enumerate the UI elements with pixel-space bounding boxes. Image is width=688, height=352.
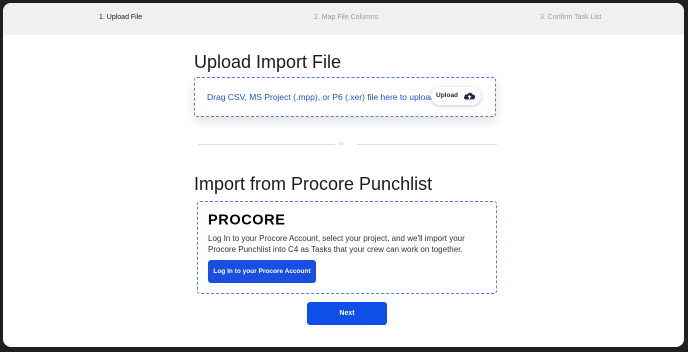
procore-login-button[interactable]: Log In to your Procore Account	[208, 260, 316, 283]
next-button[interactable]: Next	[307, 302, 387, 325]
procore-title: Import from Procore Punchlist	[194, 174, 433, 194]
cloud-upload-icon	[464, 92, 476, 100]
step-map-file-columns[interactable]: 2. Map File Columns	[314, 14, 378, 21]
step-confirm-task-list[interactable]: 3. Confirm Task List	[540, 14, 601, 21]
file-dropzone[interactable]: Drag CSV, MS Project (.mpp), or P6 (.xer…	[194, 77, 496, 117]
upload-button-label: Upload	[436, 92, 459, 99]
divider-left	[198, 144, 335, 145]
procore-logo: PROCORE	[208, 213, 286, 227]
wizard-steps: 1. Upload File 2. Map File Columns 3. Co…	[3, 3, 684, 35]
or-separator: or	[339, 141, 344, 147]
divider-right	[357, 144, 497, 145]
svg-text:PROCORE: PROCORE	[208, 213, 286, 227]
step-upload-file[interactable]: 1. Upload File	[99, 14, 142, 21]
upload-title: Upload Import File	[194, 52, 342, 72]
import-wizard-window: 1. Upload File 2. Map File Columns 3. Co…	[3, 3, 684, 347]
dropzone-text: Drag CSV, MS Project (.mpp), or P6 (.xer…	[207, 92, 435, 102]
procore-import-panel: PROCORE Log In to your Procore Account, …	[197, 201, 497, 294]
upload-button[interactable]: Upload	[431, 87, 481, 105]
procore-description: Log In to your Procore Account, select y…	[208, 234, 465, 254]
